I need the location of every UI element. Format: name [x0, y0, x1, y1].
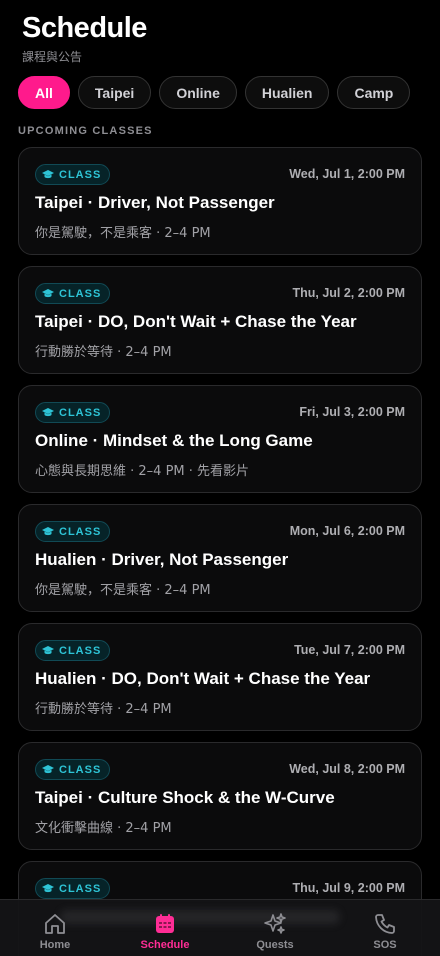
tab-label: Schedule: [140, 939, 190, 951]
class-date: Mon, Jul 6, 2:00 PM: [289, 524, 405, 538]
class-subtitle: 你是駕駛，不是乘客 · 2–4 PM: [35, 583, 211, 598]
filter-chips: All Taipei Online Hualien Camp: [18, 76, 411, 109]
class-badge: CLASS: [35, 164, 111, 185]
class-title: Taipei · DO, Don't Wait + Chase the Year: [35, 312, 357, 331]
class-card[interactable]: CLASS Wed, Jul 1, 2:00 PM Taipei · Drive…: [18, 147, 422, 255]
class-badge-label: CLASS: [59, 406, 102, 419]
tab-quests[interactable]: Quests: [220, 900, 330, 956]
class-badge-label: CLASS: [59, 763, 102, 776]
tab-label: SOS: [373, 939, 397, 951]
page-title: Schedule: [22, 12, 147, 44]
tab-sos[interactable]: SOS: [330, 900, 440, 956]
class-title: Online · Mindset & the Long Game: [35, 431, 313, 450]
filter-chip-camp[interactable]: Camp: [337, 76, 411, 109]
class-subtitle: 你是駕駛，不是乘客 · 2–4 PM: [35, 226, 211, 241]
sparkles-icon: [264, 913, 286, 934]
class-subtitle: 文化衝擊曲線 · 2–4 PM: [35, 821, 172, 836]
class-card[interactable]: CLASS Tue, Jul 7, 2:00 PM Hualien · DO, …: [18, 623, 422, 731]
calendar-icon: [156, 914, 174, 933]
filter-chip-hualien[interactable]: Hualien: [244, 76, 330, 109]
class-date: Wed, Jul 8, 2:00 PM: [289, 762, 405, 776]
home-icon: [45, 914, 65, 934]
class-badge: CLASS: [35, 759, 111, 780]
class-card[interactable]: CLASS Fri, Jul 3, 2:00 PM Online · Minds…: [18, 385, 422, 493]
tab-label: Home: [39, 939, 71, 951]
class-date: Tue, Jul 7, 2:00 PM: [294, 643, 405, 657]
graduation-cap-icon: [42, 407, 54, 416]
class-date: Thu, Jul 9, 2:00 PM: [292, 881, 405, 895]
class-title: Hualien · Driver, Not Passenger: [35, 550, 289, 569]
class-subtitle: 行動勝於等待 · 2–4 PM: [35, 345, 172, 360]
class-title: Hualien · DO, Don't Wait + Chase the Yea…: [35, 669, 371, 688]
class-subtitle: 心態與長期思維 · 2–4 PM · 先看影片: [35, 464, 250, 479]
class-badge: CLASS: [35, 402, 111, 423]
graduation-cap-icon: [42, 169, 54, 178]
class-list: CLASS Wed, Jul 1, 2:00 PM Taipei · Drive…: [18, 147, 422, 956]
class-date: Wed, Jul 1, 2:00 PM: [289, 167, 405, 181]
class-badge-label: CLASS: [59, 168, 102, 181]
class-card[interactable]: CLASS Mon, Jul 6, 2:00 PM Hualien · Driv…: [18, 504, 422, 612]
tab-bar: Home Schedule Quests SOS: [0, 899, 440, 956]
graduation-cap-icon: [42, 764, 54, 773]
graduation-cap-icon: [42, 645, 54, 654]
class-badge: CLASS: [35, 521, 111, 542]
filter-chip-online[interactable]: Online: [159, 76, 237, 109]
class-title: Taipei · Culture Shock & the W-Curve: [35, 788, 335, 807]
class-badge-label: CLASS: [59, 882, 102, 895]
class-date: Thu, Jul 2, 2:00 PM: [292, 286, 405, 300]
graduation-cap-icon: [42, 526, 54, 535]
tab-schedule[interactable]: Schedule: [110, 900, 220, 956]
class-badge: CLASS: [35, 640, 111, 661]
filter-chip-all[interactable]: All: [18, 76, 70, 109]
class-card[interactable]: CLASS Wed, Jul 8, 2:00 PM Taipei · Cultu…: [18, 742, 422, 850]
page-subtitle: 課程與公告: [22, 50, 83, 64]
class-title: Taipei · Driver, Not Passenger: [35, 193, 275, 212]
class-date: Fri, Jul 3, 2:00 PM: [299, 405, 405, 419]
class-badge: CLASS: [35, 878, 111, 899]
class-card[interactable]: CLASS Thu, Jul 2, 2:00 PM Taipei · DO, D…: [18, 266, 422, 374]
page-header: Schedule 課程與公告: [22, 10, 147, 65]
section-label: UPCOMING CLASSES: [18, 125, 153, 137]
tab-home[interactable]: Home: [0, 900, 110, 956]
class-badge-label: CLASS: [59, 644, 102, 657]
class-badge-label: CLASS: [59, 525, 102, 538]
filter-chip-taipei[interactable]: Taipei: [77, 76, 152, 109]
graduation-cap-icon: [42, 288, 54, 297]
class-subtitle: 行動勝於等待 · 2–4 PM: [35, 702, 172, 717]
graduation-cap-icon: [42, 883, 54, 892]
phone-icon: [375, 914, 395, 934]
tab-label: Quests: [256, 939, 294, 951]
class-badge-label: CLASS: [59, 287, 102, 300]
class-badge: CLASS: [35, 283, 111, 304]
